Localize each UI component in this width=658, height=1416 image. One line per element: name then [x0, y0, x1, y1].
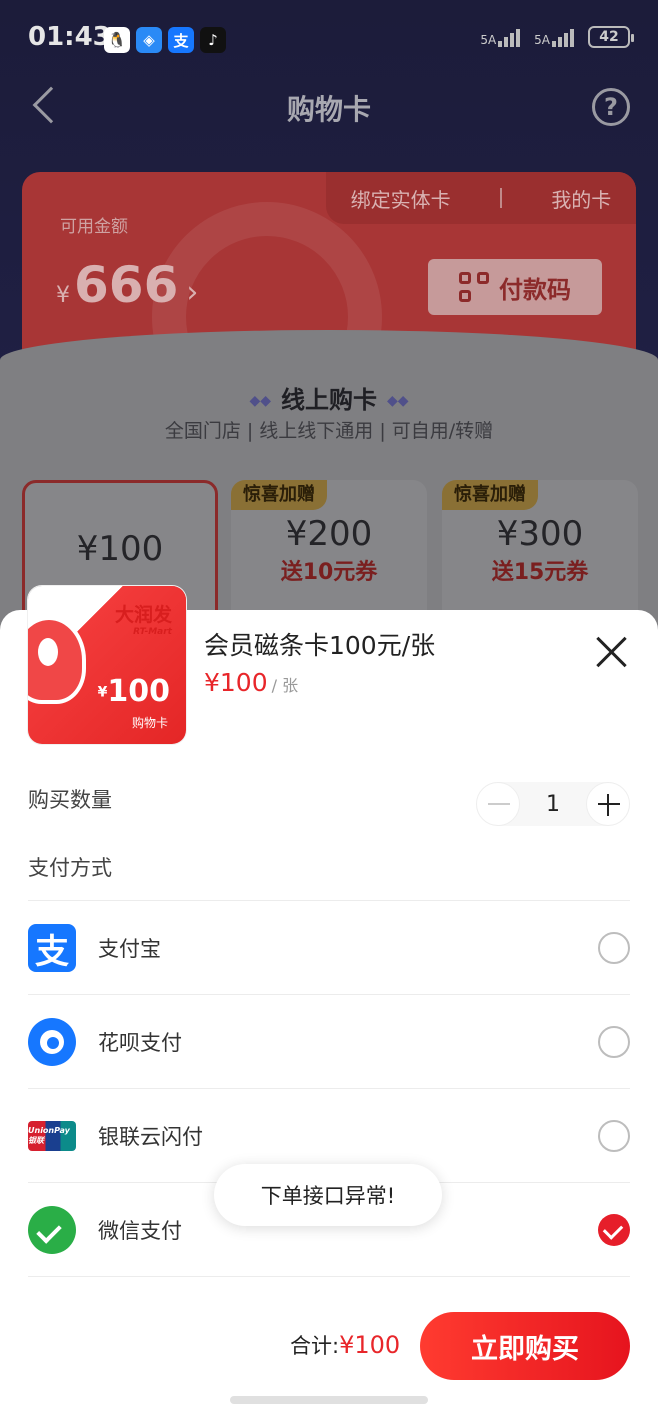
balance-value: 666: [74, 256, 179, 314]
alipay-app-icon: 支: [168, 27, 194, 53]
status-time: 01:43: [28, 22, 111, 52]
help-icon[interactable]: ?: [592, 88, 630, 126]
balance-amount[interactable]: ¥ 666 ›: [56, 256, 198, 314]
decrease-quantity-button[interactable]: [476, 782, 520, 826]
order-total: 合计:¥100: [290, 1330, 400, 1360]
close-icon[interactable]: [596, 636, 628, 668]
payment-method-label: 支付方式: [28, 856, 112, 880]
brand-logo: 大润发 RT-Mart: [114, 604, 172, 637]
currency-symbol: ¥: [56, 283, 70, 308]
status-app-icons: 🐧 ◈ 支 ♪: [104, 27, 226, 53]
payment-option-huabei[interactable]: 花呗支付: [28, 994, 630, 1088]
bonus-badge: 惊喜加赠: [442, 480, 538, 510]
card-option-200[interactable]: 惊喜加赠 ¥200 送10元券: [231, 480, 427, 630]
product-thumbnail: 大润发 RT-Mart ¥100 购物卡: [28, 586, 186, 744]
signal-bars-icon: [552, 27, 574, 47]
bonus-badge: 惊喜加赠: [231, 480, 327, 510]
quantity-value: 1: [546, 791, 560, 817]
page-title: 购物卡: [286, 93, 371, 126]
increase-quantity-button[interactable]: [586, 782, 630, 826]
option-price: ¥100: [76, 529, 164, 569]
mascot-image: [28, 616, 86, 704]
quantity-stepper: 1: [476, 782, 630, 826]
total-amount: ¥100: [339, 1331, 401, 1359]
signal-bars-icon: [498, 27, 521, 47]
wechat-pay-icon: [28, 1206, 76, 1254]
pay-code-label: 付款码: [499, 275, 571, 304]
my-cards-link[interactable]: 我的卡: [551, 184, 611, 213]
card-option-300[interactable]: 惊喜加赠 ¥300 送15元券: [442, 480, 638, 630]
option-price: ¥200: [285, 514, 373, 554]
option-gift: 送10元券: [280, 560, 378, 585]
payment-name: 微信支付: [98, 1219, 182, 1243]
signal-1: 5A: [480, 27, 521, 47]
quantity-label: 购买数量: [28, 788, 112, 812]
battery-icon: 42: [588, 26, 634, 48]
radio-button-checked[interactable]: [598, 1214, 630, 1246]
payment-name: 花呗支付: [98, 1031, 182, 1055]
card-tabs: 绑定实体卡 我的卡: [326, 172, 636, 224]
qr-code-icon: [459, 272, 489, 302]
status-bar: 01:43 🐧 ◈ 支 ♪ 5A 5A 42: [0, 0, 658, 80]
product-price: ¥100/ 张: [204, 668, 299, 697]
radio-button[interactable]: [598, 1120, 630, 1152]
error-toast: 下单接口异常!: [214, 1164, 442, 1226]
qq-icon: 🐧: [104, 27, 130, 53]
divider: [28, 1276, 630, 1277]
thumb-label: 购物卡: [131, 716, 168, 730]
option-gift: 送15元券: [491, 560, 589, 585]
alipay-icon: 支: [28, 924, 76, 972]
total-label: 合计:: [290, 1334, 340, 1358]
chevron-right-icon: ›: [186, 275, 199, 310]
diamond-icon: ◆◆: [387, 393, 409, 409]
radio-button[interactable]: [598, 932, 630, 964]
payment-name: 支付宝: [98, 937, 161, 961]
option-price: ¥300: [496, 514, 584, 554]
huabei-icon: [28, 1018, 76, 1066]
online-purchase-subtitle: 全国门店 | 线上线下通用 | 可自用/转赠: [164, 420, 494, 442]
price-unit: / 张: [271, 676, 299, 695]
tiktok-icon: ♪: [200, 27, 226, 53]
divider: [499, 188, 502, 208]
browser-icon: ◈: [136, 27, 162, 53]
home-indicator: [230, 1396, 428, 1404]
radio-button[interactable]: [598, 1026, 630, 1058]
balance-label: 可用金额: [60, 217, 128, 237]
product-name: 会员磁条卡100元/张: [204, 631, 436, 660]
payment-name: 银联云闪付: [98, 1125, 203, 1149]
online-purchase-title: ◆◆ 线上购卡 ◆◆: [249, 386, 409, 414]
payment-option-alipay[interactable]: 支 支付宝: [28, 900, 630, 994]
buy-now-button[interactable]: 立即购买: [420, 1312, 630, 1380]
thumb-price: ¥100: [97, 674, 170, 709]
diamond-icon: ◆◆: [249, 393, 271, 409]
pay-code-button[interactable]: 付款码: [428, 259, 602, 315]
signal-2: 5A: [534, 27, 574, 47]
bind-physical-card-link[interactable]: 绑定实体卡: [351, 184, 451, 213]
unionpay-icon: UnionPay银联: [28, 1121, 76, 1151]
nav-bar: 购物卡 ?: [0, 80, 658, 136]
status-indicators: 5A 5A 42: [480, 26, 634, 48]
